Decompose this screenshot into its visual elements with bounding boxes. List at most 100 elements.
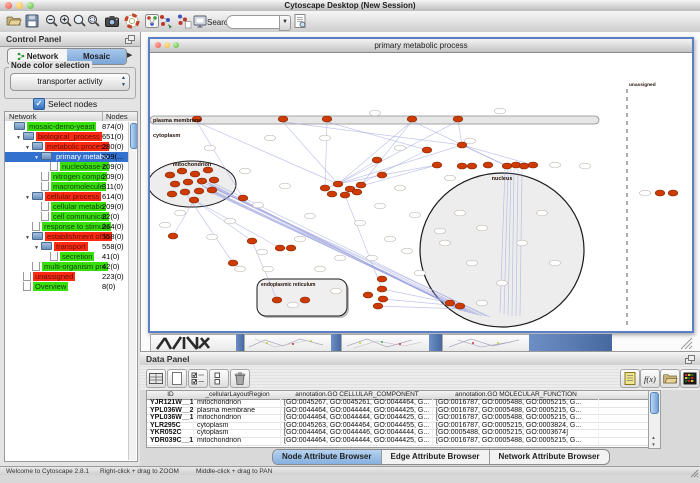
unhighlighted-node[interactable] bbox=[395, 185, 406, 191]
unhighlighted-node[interactable] bbox=[517, 240, 528, 246]
table-row[interactable]: YDR039C__1mitochondrion[GO:0044464, GO:0… bbox=[147, 437, 649, 446]
network-node[interactable] bbox=[457, 142, 467, 148]
table-cell[interactable]: [GO:0016787, GO:0005215, GO:0003824, G..… bbox=[433, 422, 599, 430]
scroll-down-arrow-icon[interactable]: ▼ bbox=[649, 442, 658, 448]
network-node[interactable] bbox=[165, 172, 175, 178]
close-window-icon[interactable] bbox=[5, 2, 12, 9]
network-node[interactable] bbox=[190, 171, 200, 177]
tab-edge-attribute-browser[interactable]: Edge Attribute Browser bbox=[382, 450, 490, 464]
tree-row[interactable]: secretion41(0) bbox=[5, 252, 129, 262]
import-attributes-icon[interactable] bbox=[660, 369, 680, 388]
unhighlighted-node[interactable] bbox=[580, 163, 591, 169]
table-scrollbar-thumb[interactable] bbox=[650, 392, 659, 414]
network-node[interactable] bbox=[445, 300, 455, 306]
table-cell[interactable]: [GO:0044464, GO:0044444, GO:0044425, G..… bbox=[281, 407, 433, 415]
table-cell[interactable]: YPL036W__1 bbox=[147, 414, 194, 422]
tree-row[interactable]: ▼biological_process651(0) bbox=[5, 132, 129, 142]
minimize-view-icon[interactable] bbox=[164, 42, 170, 48]
table-cell[interactable]: [GO:0045267, GO:0045261, GO:0044464, G..… bbox=[281, 399, 433, 407]
network-node[interactable] bbox=[170, 181, 180, 187]
attribute-table-icon[interactable] bbox=[146, 369, 166, 388]
network-node[interactable] bbox=[377, 286, 387, 292]
tree-row[interactable]: ▼cellular process614(0) bbox=[5, 192, 129, 202]
unhighlighted-node[interactable] bbox=[455, 210, 466, 216]
unhighlighted-node[interactable] bbox=[335, 255, 346, 261]
tree-row[interactable]: response to stimulu264(0) bbox=[5, 222, 129, 232]
background-window-border[interactable] bbox=[429, 334, 442, 351]
select-nodes-checkbox[interactable]: ✓ bbox=[33, 98, 45, 110]
background-window-thumbnail[interactable] bbox=[341, 334, 430, 352]
network-node[interactable] bbox=[422, 147, 432, 153]
network-node[interactable] bbox=[453, 116, 463, 122]
unhighlighted-node[interactable] bbox=[367, 255, 378, 261]
network-node[interactable] bbox=[340, 192, 350, 198]
network-node[interactable] bbox=[272, 297, 282, 303]
unhighlighted-node[interactable] bbox=[395, 145, 406, 151]
network-node[interactable] bbox=[432, 162, 442, 168]
configure-search-icon[interactable] bbox=[292, 13, 308, 29]
table-cell[interactable]: mitochondrion bbox=[194, 399, 281, 407]
unhighlighted-node[interactable] bbox=[225, 218, 236, 224]
save-session-icon[interactable] bbox=[24, 13, 40, 29]
heatmap-icon[interactable] bbox=[680, 369, 700, 388]
network-node[interactable] bbox=[378, 296, 388, 302]
table-cell[interactable]: YKR052C bbox=[147, 429, 194, 437]
table-cell[interactable]: cytoplasm bbox=[194, 429, 281, 437]
network-node[interactable] bbox=[180, 189, 190, 195]
network-node[interactable] bbox=[467, 163, 477, 169]
minimize-window-icon[interactable] bbox=[16, 2, 23, 9]
network-window-titlebar[interactable]: primary metabolic process bbox=[150, 39, 692, 53]
tab-overflow-arrow-icon[interactable]: ▶ bbox=[127, 51, 132, 59]
network-node[interactable] bbox=[519, 163, 529, 169]
unhighlighted-node[interactable] bbox=[410, 212, 421, 218]
tree-row[interactable]: unassigned223(0) bbox=[5, 272, 129, 282]
unhighlighted-node[interactable] bbox=[205, 145, 216, 151]
network-node[interactable] bbox=[183, 179, 193, 185]
unhighlighted-node[interactable] bbox=[263, 266, 274, 272]
background-window-border[interactable] bbox=[236, 334, 244, 351]
destroy-network-icon[interactable] bbox=[176, 13, 192, 29]
unhighlighted-node[interactable] bbox=[288, 302, 299, 308]
network-node[interactable] bbox=[194, 188, 204, 194]
network-node[interactable] bbox=[207, 187, 217, 193]
network-node[interactable] bbox=[483, 162, 493, 168]
network-node[interactable] bbox=[655, 190, 665, 196]
network-node[interactable] bbox=[668, 190, 678, 196]
open-session-icon[interactable] bbox=[6, 13, 22, 29]
snapshot-icon[interactable] bbox=[104, 13, 120, 29]
network-node[interactable] bbox=[502, 163, 512, 169]
network-node[interactable] bbox=[455, 303, 465, 309]
window-resize-grip[interactable] bbox=[673, 334, 693, 350]
unhighlighted-node[interactable] bbox=[305, 213, 316, 219]
tree-row[interactable]: multi-organism pro42(0) bbox=[5, 262, 129, 272]
unhighlighted-node[interactable] bbox=[240, 168, 251, 174]
node-color-dropdown[interactable]: transporter activity ▲▼ bbox=[10, 73, 130, 91]
unhighlighted-node[interactable] bbox=[295, 236, 306, 242]
network-node[interactable] bbox=[168, 233, 178, 239]
network-node[interactable] bbox=[238, 195, 248, 201]
network-node[interactable] bbox=[209, 177, 219, 183]
delete-attribute-icon[interactable] bbox=[230, 369, 250, 388]
unhighlighted-node[interactable] bbox=[207, 234, 218, 240]
network-node[interactable] bbox=[189, 197, 199, 203]
new-attribute-icon[interactable] bbox=[167, 369, 187, 388]
table-cell[interactable]: [GO:0005488, GO:0005215, GO:0003674] bbox=[433, 429, 599, 437]
network-node[interactable] bbox=[333, 181, 343, 187]
network-node[interactable] bbox=[327, 191, 337, 197]
tree-row[interactable]: Overview8(0) bbox=[5, 282, 129, 292]
tree-row[interactable]: cell communicat22(0) bbox=[5, 212, 129, 222]
unhighlighted-node[interactable] bbox=[495, 108, 506, 114]
tab-network-attribute-browser[interactable]: Network Attribute Browser bbox=[490, 450, 609, 464]
network-node[interactable] bbox=[528, 162, 538, 168]
expand-arrow-icon[interactable]: ▼ bbox=[16, 133, 23, 142]
tree-row[interactable]: cellular metabo209(0) bbox=[5, 202, 129, 212]
zoom-window-icon[interactable] bbox=[27, 2, 34, 9]
unhighlighted-node[interactable] bbox=[550, 260, 561, 266]
table-cell[interactable]: [GO:0044464, GO:0044444, GO:0044425, G..… bbox=[281, 437, 433, 445]
unhighlighted-node[interactable] bbox=[550, 162, 561, 168]
network-node[interactable] bbox=[356, 182, 366, 188]
table-cell[interactable]: [GO:0016787, GO:0005488, GO:0005215, G..… bbox=[433, 414, 599, 422]
network-node[interactable] bbox=[377, 172, 387, 178]
network-node[interactable] bbox=[275, 245, 285, 251]
select-attributes-icon[interactable] bbox=[188, 369, 208, 388]
